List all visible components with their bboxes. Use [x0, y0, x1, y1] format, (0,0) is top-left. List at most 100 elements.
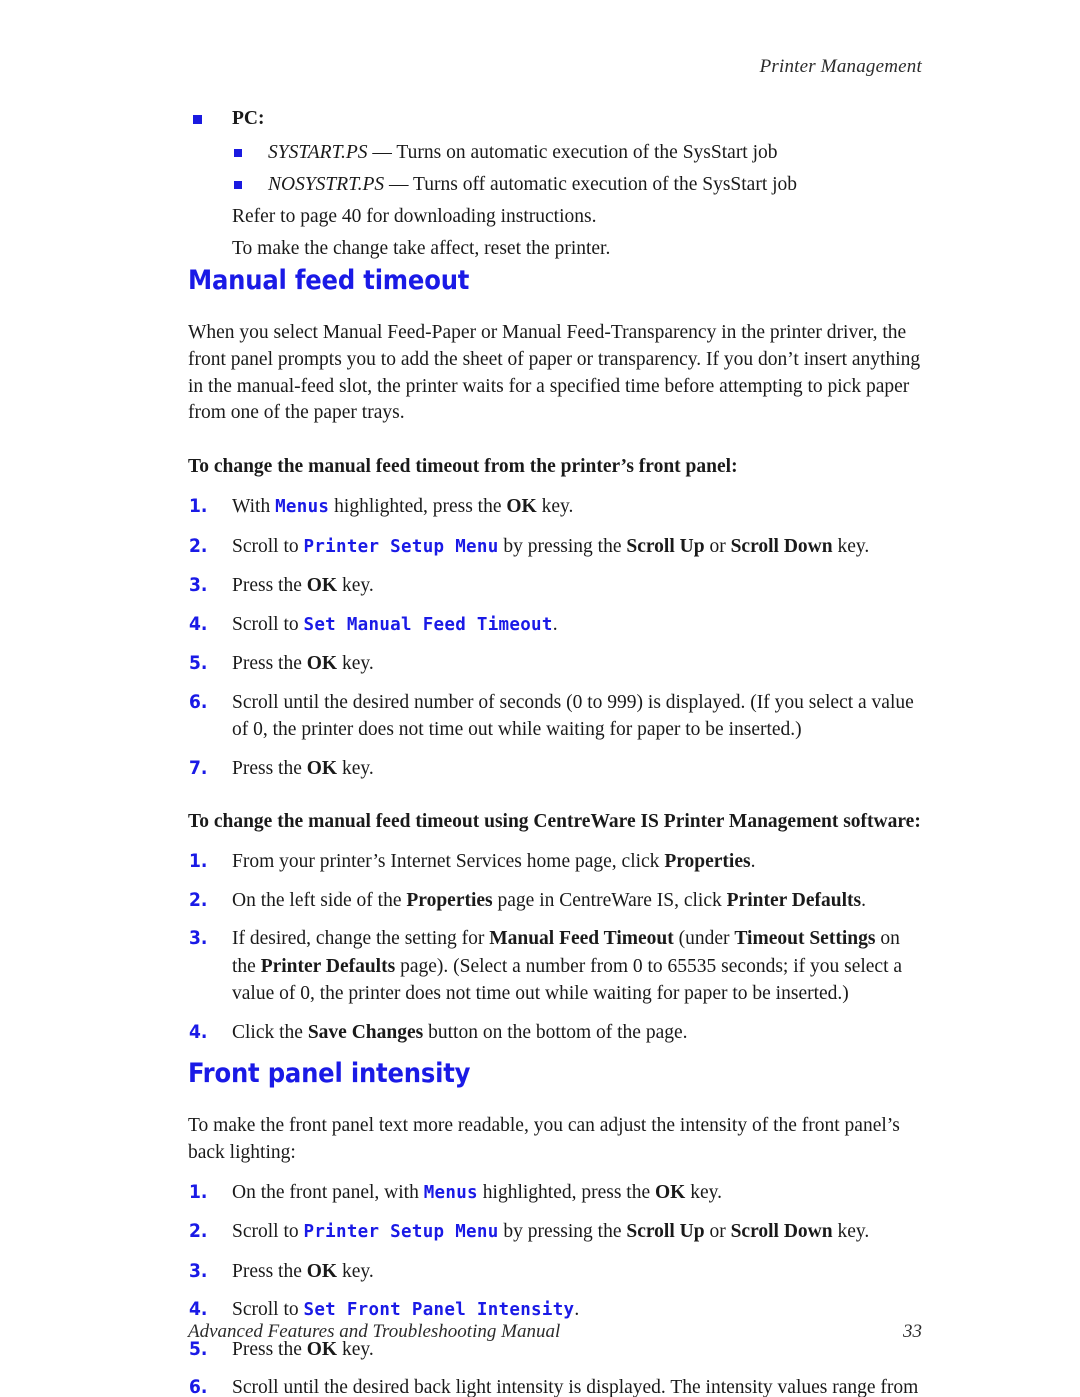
step-text-run: key. — [337, 1260, 374, 1282]
step-text-run: key. — [536, 496, 574, 518]
step-text-run: . — [574, 1299, 580, 1321]
procedure-step-number: 6. — [189, 1376, 208, 1397]
pc-bullet-group: PC: SYSTART.PS — Turns on automatic exec… — [188, 104, 922, 264]
step-text-run: Scroll to — [232, 1299, 304, 1321]
step-text-run: Scroll to — [232, 535, 304, 557]
running-header: Printer Management — [759, 56, 922, 77]
procedure-step: 7. Press the OK key. — [188, 755, 922, 783]
emphasis-term: Scroll Down — [730, 1221, 833, 1243]
procedure-step: 3. If desired, change the setting for Man… — [188, 925, 922, 1008]
step-text-run: Press the — [232, 757, 307, 779]
document-page: Printer Management PC: SYSTART.PS — Turn… — [0, 0, 1080, 1397]
page-footer: Advanced Features and Troubleshooting Ma… — [188, 1321, 922, 1343]
procedure-step: 4. Click the Save Changes button on the b… — [188, 1019, 922, 1047]
procedure-title-centreware: To change the manual feed timeout using … — [188, 811, 921, 833]
front-panel-term: Set Manual Feed Timeout — [303, 614, 553, 635]
step-text-run: button on the bottom of the page. — [423, 1021, 688, 1043]
footer-page-number: 33 — [903, 1321, 922, 1342]
square-bullet-icon — [234, 181, 242, 189]
term-systart: SYSTART.PS — [268, 142, 368, 163]
procedure-step-number: 4. — [189, 612, 208, 635]
step-text-run: . — [552, 613, 558, 635]
section-heading-manual-feed-timeout: Manual feed timeout — [188, 265, 470, 296]
procedure-step-text: Scroll to Printer Setup Menu by pressing… — [232, 1218, 922, 1247]
step-text-run: Click the — [232, 1021, 308, 1043]
step-text-run: by pressing the — [498, 1221, 627, 1243]
procedure-step-number: 2. — [189, 534, 208, 557]
emphasis-term: Printer Defaults — [260, 955, 396, 977]
desc-nosystrt: Turns off automatic execution of the Sys… — [413, 174, 798, 195]
step-text-run: highlighted, press the — [329, 496, 507, 518]
procedure-step-text: Press the OK key. — [232, 650, 922, 678]
procedure-step-number: 7. — [189, 756, 208, 779]
procedure-step-text: Scroll until the desired number of secon… — [232, 689, 922, 744]
note-reset-printer: To make the change take affect, reset th… — [232, 238, 611, 259]
procedure-step-text: On the front panel, with Menus highlight… — [232, 1179, 922, 1208]
procedure-step-number: 1. — [189, 1180, 208, 1203]
emphasis-term: Properties — [664, 851, 751, 873]
procedure-step: 1. From your printer’s Internet Services … — [188, 848, 922, 876]
bullet-label-pc: PC: — [232, 108, 265, 129]
emphasis-term: Scroll Up — [626, 1221, 705, 1243]
emphasis-term: OK — [306, 757, 338, 779]
procedure-step-number: 1. — [189, 495, 208, 518]
procedure-step: 6. Scroll until the desired back light in… — [188, 1374, 922, 1397]
step-text-run: page in CentreWare IS, click — [492, 889, 727, 911]
section-intro-front-panel-intensity: To make the front panel text more readab… — [188, 1115, 900, 1163]
emphasis-term: Scroll Down — [730, 535, 833, 557]
desc-systart: Turns on automatic execution of the SysS… — [396, 142, 778, 163]
term-nosystrt: NOSYSTRT.PS — [268, 174, 385, 195]
step-text-run: With — [232, 496, 276, 518]
step-text-run: Press the — [232, 1260, 307, 1282]
step-text-run: Scroll until the desired back light inte… — [232, 1377, 919, 1397]
emphasis-term: Manual Feed Timeout — [489, 928, 674, 950]
procedure-step: 2. On the left side of the Properties pag… — [188, 887, 922, 915]
procedure-step-number: 3. — [189, 574, 208, 597]
procedure-step-number: 4. — [189, 1020, 208, 1043]
procedure-step-number: 2. — [189, 888, 208, 911]
step-text-run: or — [704, 535, 731, 557]
step-text-run: Scroll to — [232, 613, 304, 635]
step-text-run: highlighted, press the — [477, 1181, 656, 1203]
procedure-step-text: Press the OK key. — [232, 1258, 922, 1286]
procedure-step: 6. Scroll until the desired number of sec… — [188, 689, 922, 744]
emphasis-term: Printer Defaults — [726, 889, 862, 911]
step-text-run: . — [750, 851, 756, 873]
procedure-step: 1. On the front panel, with Menus highlig… — [188, 1179, 922, 1208]
emphasis-term: OK — [506, 496, 537, 518]
emphasis-term: Save Changes — [307, 1021, 424, 1043]
step-text-run: . — [861, 889, 866, 911]
procedure-step-text: With Menus highlighted, press the OK key… — [232, 493, 922, 522]
step-text-run: Scroll until the desired number of secon… — [232, 691, 914, 741]
front-panel-term: Menus — [275, 497, 330, 518]
procedure-step-text: Click the Save Changes button on the bot… — [232, 1019, 922, 1047]
emphasis-term: Properties — [406, 889, 493, 911]
procedure-step: 3. Press the OK key. — [188, 1258, 922, 1286]
emphasis-term: OK — [655, 1181, 686, 1203]
step-text-run: Press the — [232, 653, 307, 675]
step-text-run: or — [704, 1221, 731, 1243]
step-text-run: key. — [337, 575, 374, 597]
procedure-step-number: 6. — [189, 690, 208, 713]
procedure-step-text: From your printer’s Internet Services ho… — [232, 848, 922, 876]
square-bullet-icon — [193, 115, 202, 124]
procedure-step: 5. Press the OK key. — [188, 650, 922, 678]
front-panel-term: Menus — [423, 1182, 478, 1203]
procedure-step-number: 3. — [189, 1259, 208, 1282]
procedure-step: 3. Press the OK key. — [188, 572, 922, 600]
step-text-run: Scroll to — [232, 1221, 304, 1243]
emphasis-term: OK — [306, 1260, 338, 1282]
procedure-step-text: Scroll to Printer Setup Menu by pressing… — [232, 533, 922, 562]
bullet-item-nosystrt: NOSYSTRT.PS — Turns off automatic execut… — [188, 170, 922, 200]
procedure-step-text: Scroll to Set Manual Feed Timeout. — [232, 611, 922, 640]
step-text-run: key. — [337, 653, 374, 675]
procedure-step-number: 1. — [189, 850, 208, 873]
procedure-step: 2. Scroll to Printer Setup Menu by pressi… — [188, 533, 922, 562]
emphasis-term: OK — [306, 575, 338, 597]
procedure-step-text: Press the OK key. — [232, 572, 922, 600]
procedure-step-number: 2. — [189, 1220, 208, 1243]
emphasis-term: OK — [306, 653, 338, 675]
square-bullet-icon — [234, 149, 242, 157]
procedure-step-number: 3. — [189, 927, 208, 950]
procedure-list-front-panel-intensity: 1. On the front panel, with Menus highlig… — [188, 1179, 922, 1397]
